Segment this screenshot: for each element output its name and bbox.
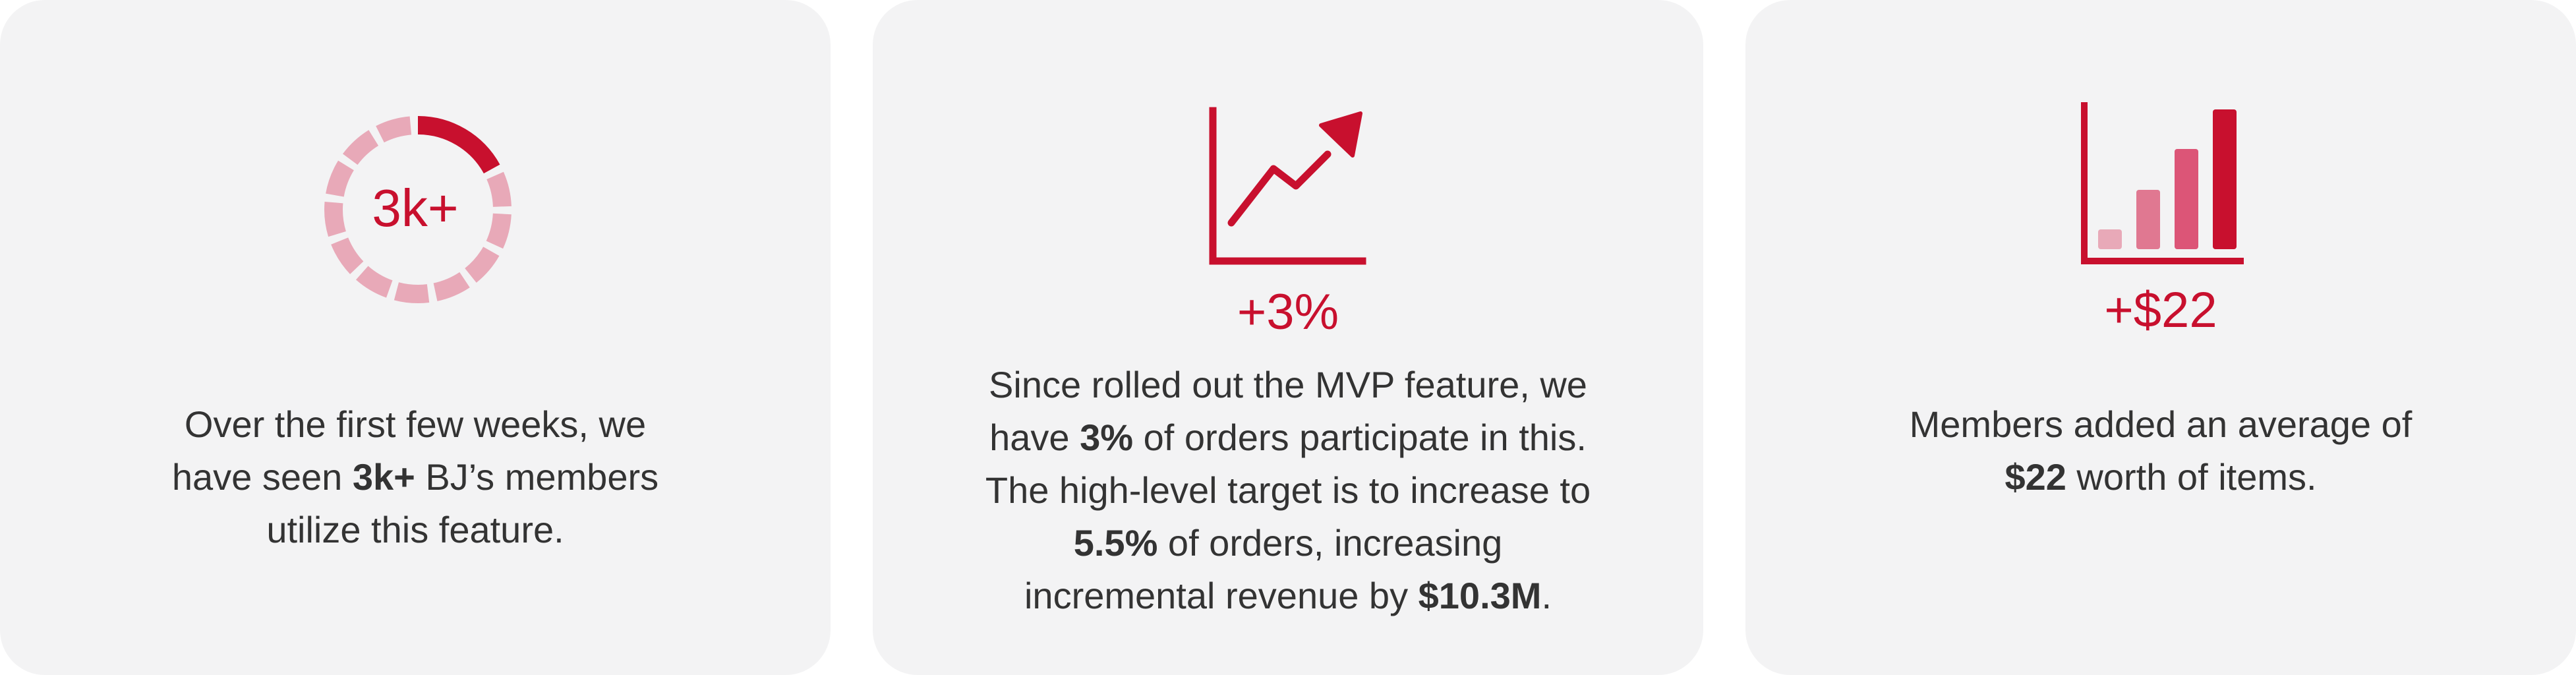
ring-track-segment xyxy=(394,282,430,303)
card-description: Over the first few weeks, we have seen 3… xyxy=(0,398,831,556)
card-description: Members added an average of $22 worth of… xyxy=(1745,398,2576,504)
description-line: The high-level target is to increase to xyxy=(985,469,1591,511)
stat-card-members: 3k+ Over the first few weeks, we have se… xyxy=(0,0,831,675)
ring-track-segment xyxy=(331,237,364,274)
description-line: utilize this feature. xyxy=(266,509,564,550)
stat-value: +3% xyxy=(1237,284,1339,340)
description-line: Since rolled out the MVP feature, we xyxy=(989,364,1587,405)
description-line: Members added an average of xyxy=(1909,403,2413,445)
stat-card-basket: +$22 Members added an average of $22 wor… xyxy=(1745,0,2576,675)
stat-card-orders: +3% Since rolled out the MVP feature, we… xyxy=(873,0,1703,675)
highlight-value: 3k+ xyxy=(352,456,415,498)
ring-track-segment xyxy=(355,266,393,298)
stat-value: +$22 xyxy=(2104,282,2217,338)
description-line: have seen 3k+ BJ’s members xyxy=(171,456,659,498)
ring-track-segment xyxy=(464,247,500,283)
highlight-value: $22 xyxy=(2005,456,2066,498)
highlight-value: 3% xyxy=(1080,417,1134,458)
bar-2 xyxy=(2136,190,2160,249)
trend-up-chart-icon xyxy=(1209,107,1366,265)
description-line: $22 worth of items. xyxy=(2005,456,2317,498)
bar-3 xyxy=(2175,149,2198,249)
ring-track-segment xyxy=(376,116,412,143)
ring-progress-segment xyxy=(417,116,500,174)
progress-ring-icon xyxy=(324,116,512,303)
bar-1 xyxy=(2098,229,2122,249)
card-description: Since rolled out the MVP feature, we hav… xyxy=(873,359,1703,622)
ring-track-segment xyxy=(342,130,379,165)
description-line: have 3% of orders participate in this. xyxy=(989,417,1587,458)
description-line: 5.5% of orders, increasing xyxy=(1073,522,1503,564)
bar-chart-icon xyxy=(2081,102,2244,264)
highlight-value: 5.5% xyxy=(1073,522,1158,564)
description-line: Over the first few weeks, we xyxy=(184,403,647,445)
ring-track-segment xyxy=(433,272,470,301)
description-line: incremental revenue by $10.3M. xyxy=(1024,575,1552,616)
highlight-value: $10.3M xyxy=(1418,575,1542,616)
ring-stat-label: 3k+ xyxy=(372,179,459,237)
bar-4 xyxy=(2213,109,2237,249)
